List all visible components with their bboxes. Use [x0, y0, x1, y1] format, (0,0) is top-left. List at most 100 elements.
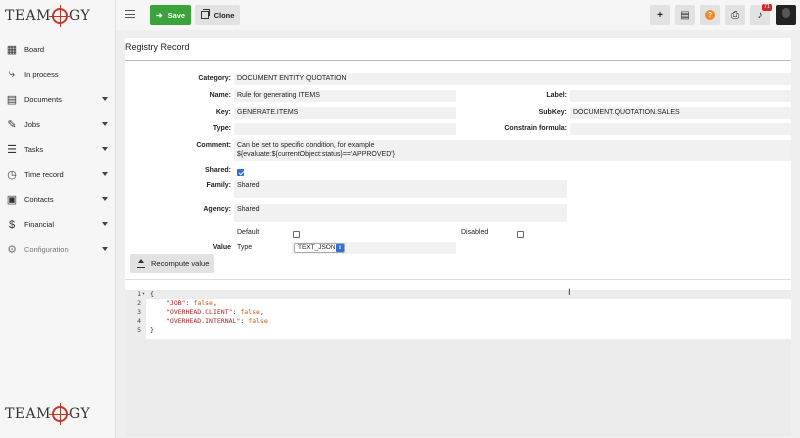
label-field[interactable]: [570, 90, 791, 102]
title-divider: [125, 60, 791, 61]
sidebar-item-label: Board: [24, 45, 45, 54]
json-code-editor[interactable]: 1 ▾ { 2 "JOB": false, 3 "OVERHEAD.CLIENT…: [125, 290, 791, 339]
text-cursor-icon: I: [568, 288, 571, 298]
recompute-value-label: Recompute value: [151, 259, 210, 268]
flow-icon: ⤷: [8, 68, 16, 80]
print-button[interactable]: ⎙: [725, 5, 745, 25]
sidebar-item-label: Financial: [24, 220, 55, 229]
hamburger-menu-icon[interactable]: [125, 10, 135, 18]
subkey-label: SubKey:: [538, 109, 567, 116]
clock-icon: ◷: [7, 169, 17, 181]
json-key: "OVERHEAD.CLIENT": [166, 308, 233, 316]
shared-checkbox[interactable]: [237, 169, 244, 176]
sidebar-item-documents[interactable]: ▤ Documents: [0, 87, 116, 112]
code-text: "OVERHEAD.INTERNAL": false: [166, 317, 268, 326]
chevron-down-icon: [102, 222, 108, 226]
code-text: "OVERHEAD.CLIENT": false,: [166, 308, 264, 317]
constrain-formula-field[interactable]: [570, 123, 791, 135]
type-field[interactable]: [234, 123, 456, 135]
registry-record-panel: Registry Record Category: DOCUMENT ENTIT…: [125, 38, 791, 436]
fold-toggle-icon[interactable]: ▾: [142, 290, 145, 299]
add-button[interactable]: +: [650, 5, 670, 25]
comment-line-2: ${evaluate:${currentObject:status}=='APP…: [237, 150, 395, 158]
notes-icon: ▤: [680, 9, 690, 21]
editor-empty-area[interactable]: [125, 339, 791, 436]
bell-icon: ♪: [757, 9, 763, 21]
sidebar-item-label: Documents: [24, 95, 62, 104]
sidebar-item-jobs[interactable]: ✎ Jobs: [0, 112, 116, 137]
type-label: Type:: [212, 125, 231, 132]
json-key: "JOB": [166, 299, 186, 307]
plus-icon: +: [657, 9, 663, 21]
default-checkbox[interactable]: [293, 231, 300, 238]
code-text: "JOB": false,: [166, 299, 217, 308]
name-label: Name:: [209, 92, 231, 99]
category-field[interactable]: DOCUMENT ENTITY QUOTATION: [234, 73, 791, 85]
constrain-formula-label: Constrain formula:: [504, 125, 567, 132]
line-number: 3: [137, 308, 141, 316]
label-label: Label:: [546, 92, 567, 99]
value-type-select[interactable]: TEXT_JSON ⇕: [294, 243, 345, 253]
shared-label: Shared:: [204, 167, 231, 174]
sidebar-item-financial[interactable]: $ Financial: [0, 212, 116, 237]
comment-line-1: Can be set to specific condition, for ex…: [237, 142, 375, 149]
json-value: false: [240, 308, 260, 316]
sidebar-nav: ▦ Board ⤷ In process ▤ Documents ✎ Jobs …: [0, 37, 116, 262]
logo-crosshair-icon: [49, 403, 72, 425]
editor-line[interactable]: 1 ▾ {: [125, 290, 791, 299]
section-divider: [125, 279, 791, 280]
notes-button[interactable]: ▤: [675, 5, 695, 25]
user-avatar[interactable]: [776, 5, 796, 25]
subkey-field[interactable]: DOCUMENT.QUOTATION.SALES: [570, 107, 791, 119]
list-icon: ☰: [7, 144, 17, 156]
name-field[interactable]: Rule for generating ITEMS: [234, 90, 456, 102]
logo-crosshair-icon: [49, 5, 72, 27]
key-field[interactable]: GENERATE.ITEMS: [234, 107, 456, 119]
disabled-label: Disabled: [461, 229, 489, 236]
sidebar-item-tasks[interactable]: ☰ Tasks: [0, 137, 116, 162]
grid-icon: ▦: [6, 44, 18, 56]
comment-field[interactable]: Can be set to specific condition, for ex…: [234, 140, 791, 161]
sidebar-item-label: Configuration: [24, 245, 69, 254]
sidebar-item-label: Jobs: [24, 120, 40, 129]
sidebar-item-time-record[interactable]: ◷ Time record: [0, 162, 116, 187]
line-number: 4: [137, 317, 141, 325]
editor-line[interactable]: 4 "OVERHEAD.INTERNAL": false: [125, 317, 791, 326]
sidebar-item-configuration[interactable]: ⚙ Configuration: [0, 237, 116, 262]
document-icon: ▤: [6, 94, 18, 106]
line-number: 1: [137, 290, 141, 298]
json-colon: :: [240, 317, 249, 325]
dollar-icon: $: [8, 218, 16, 231]
wrench-icon: ✎: [7, 119, 17, 131]
sidebar-item-in-process[interactable]: ⤷ In process: [0, 62, 116, 87]
upload-icon: [137, 258, 145, 268]
select-arrows-icon: ⇕: [336, 244, 344, 252]
sidebar-item-contacts[interactable]: ▣ Contacts: [0, 187, 116, 212]
editor-line[interactable]: 3 "OVERHEAD.CLIENT": false,: [125, 308, 791, 317]
save-button[interactable]: ➜ Save: [150, 5, 191, 25]
clone-button[interactable]: Clone: [195, 5, 240, 25]
sidebar: TEAM GY ▦ Board ⤷ In process ▤ Documents …: [0, 0, 116, 438]
chevron-down-icon: [102, 247, 108, 251]
app-root: TEAM GY ▦ Board ⤷ In process ▤ Documents …: [0, 0, 800, 438]
value-type-label: Type: [237, 244, 253, 251]
editor-line[interactable]: 2 "JOB": false,: [125, 299, 791, 308]
logo-text-left: TEAM: [5, 406, 52, 422]
copy-icon: [200, 9, 211, 19]
chevron-down-icon: [102, 197, 108, 201]
sidebar-item-board[interactable]: ▦ Board: [0, 37, 116, 62]
recompute-value-button[interactable]: Recompute value: [130, 254, 214, 273]
value-type-selected: TEXT_JSON: [298, 244, 336, 251]
editor-line[interactable]: 5 }: [125, 326, 791, 335]
agency-field[interactable]: Shared: [234, 204, 567, 222]
help-button[interactable]: ?: [700, 5, 720, 25]
logo-text-left: TEAM: [5, 8, 52, 24]
sidebar-item-label: In process: [24, 70, 59, 79]
notifications-button[interactable]: ♪ 71: [750, 4, 772, 25]
logo-text-right: GY: [69, 8, 91, 24]
disabled-checkbox[interactable]: [517, 231, 524, 238]
notification-badge: 71: [761, 4, 772, 11]
family-field[interactable]: Shared: [234, 180, 567, 198]
app-logo[interactable]: TEAM GY: [5, 4, 90, 28]
json-key: "OVERHEAD.INTERNAL": [166, 317, 241, 325]
